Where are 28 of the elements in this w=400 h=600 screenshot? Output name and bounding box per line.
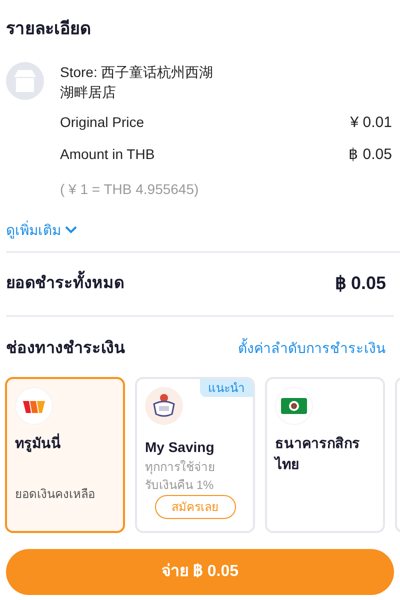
detail-value: ฿ 0.05 [348, 145, 392, 165]
payment-card[interactable]: ธนาคารกสิกรไทย [265, 376, 385, 532]
exchange-rate: ( ¥ 1 = THB 4.955645) [60, 180, 200, 199]
total-label: ยอดชำระทั้งหมด [6, 272, 124, 296]
bank-logo-icon [281, 398, 307, 414]
recommended-badge: แนะนำ [200, 378, 253, 396]
payment-card[interactable]: ทรูมันนี่ ยอดเงินคงเหลือ [5, 376, 125, 532]
detail-label: Original Price [60, 112, 144, 132]
signup-button[interactable]: สมัครเลย [154, 494, 236, 518]
pay-button[interactable]: จ่าย ฿ 0.05 [6, 548, 394, 594]
section-title: รายละเอียด [6, 18, 92, 40]
payment-name: ธนาคารกสิกรไทย [275, 434, 361, 474]
promo-text: ทุกการใช้จ่าย รับเงินคืน 1% [145, 458, 216, 494]
payment-card[interactable]: แนะนำ My Saving ทุกการใช้จ่าย รับเงินคืน 1% สมัครเลย [135, 376, 255, 532]
payment-name: My Saving [145, 438, 216, 457]
store-name: Store: 西子童话杭州西湖湖畔居店 [60, 62, 214, 102]
total-amount: ฿ 0.05 [334, 272, 386, 295]
wallet-logo-icon [23, 398, 45, 412]
balance-label: ยอดเงินคงเหลือ [15, 486, 96, 502]
payment-name: ทรูมันนี่ [15, 432, 62, 454]
detail-value: ¥ 0.01 [350, 112, 392, 132]
detail-label: Amount in THB [60, 145, 155, 164]
payment-order-link[interactable]: ตั้งค่าลำดับการชำระเงิน [238, 338, 386, 359]
see-more-link[interactable]: ดูเพิ่มเติม [6, 220, 77, 240]
chevron-down-icon [65, 226, 77, 234]
store-icon [12, 68, 38, 92]
section-title: ช่องทางชำระเงิน [6, 338, 125, 358]
bank-emblem-icon [150, 392, 178, 420]
